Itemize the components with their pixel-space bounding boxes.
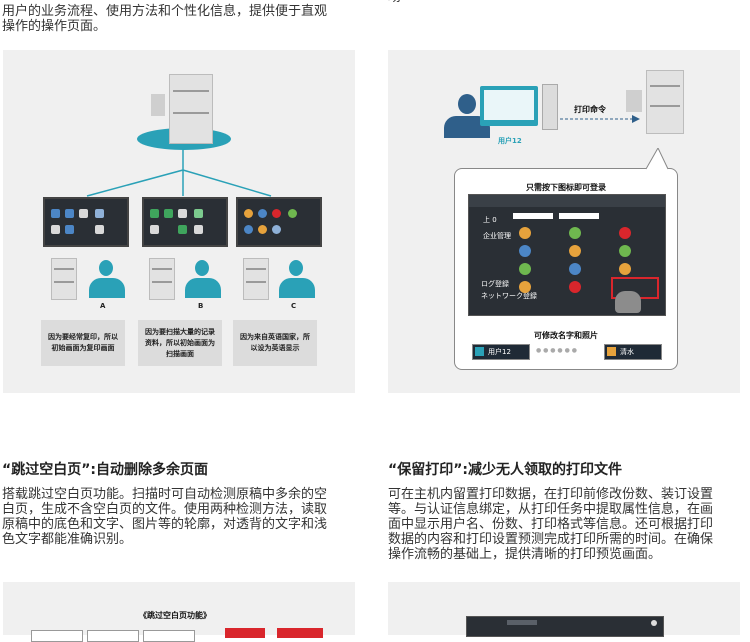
hold-line-2: 等。与认证信息绑定，从打印任务中提取属性信息，在画 xyxy=(388,502,714,517)
printer-c-icon xyxy=(243,258,269,300)
avatar-2[interactable] xyxy=(569,227,581,239)
intro-line-2: 操作的操作页面。 xyxy=(2,19,107,34)
personalization-illustration: A B C 因为要经常复印，所以初始画面为复印画面 因为要扫描大量的记录资料，所… xyxy=(3,50,355,393)
screen-scan xyxy=(142,197,228,247)
skip-line-2: 白页，生成不含空白页的文件。使用两种检测方法，读取 xyxy=(2,502,328,517)
avatar-4[interactable] xyxy=(519,245,531,257)
hold-print-paragraph: 可在主机内留置打印数据，在打印前修改份数、装订设置 等。与认证信息绑定，从打印任… xyxy=(388,487,748,562)
caption-a: 因为要经常复印，所以初始画面为复印画面 xyxy=(41,320,125,366)
hold-line-4: 数据的内容和打印设置预测完成打印所需的时间。在确保 xyxy=(388,532,714,547)
skip-line-4: 色文字都能准确识别。 xyxy=(2,532,133,547)
intro-paragraph: 用户的业务流程、使用方法和个性化信息，提供便于直观 操作的操作页面。 xyxy=(2,4,362,34)
caption-c: 因为来自英语国家，所以设为英语显示 xyxy=(233,320,317,366)
avatar-8[interactable] xyxy=(569,263,581,275)
bubble-title: 只需按下图标即可登录 xyxy=(526,183,606,192)
avatar-6[interactable] xyxy=(619,245,631,257)
pager-dots: ● ● ● ● ● ● xyxy=(536,347,577,354)
red-tag-1 xyxy=(225,628,265,638)
bubble-pointer xyxy=(646,148,669,170)
login-screen: 上 0 企业管理 ログ登録 ネットワーク登録 xyxy=(468,194,666,316)
doc-page-1 xyxy=(31,630,83,642)
skip-blank-paragraph: 搭载跳过空白页功能。扫描时可自动检测原稿中多余的空 白页，生成不含空白页的文件。… xyxy=(2,487,362,547)
tile-user12-label: 用户12 xyxy=(488,348,511,356)
doc-page-2 xyxy=(87,630,139,642)
hold-print-screen xyxy=(466,616,664,637)
avatar-1[interactable] xyxy=(519,227,531,239)
label-c: C xyxy=(291,302,297,310)
user-label: 用户12 xyxy=(498,137,522,145)
monitor-icon xyxy=(480,86,538,126)
intro-right-fragment: 场 xyxy=(388,0,401,5)
screen-row-2: 企业管理 xyxy=(483,232,511,240)
person-c-icon xyxy=(277,258,317,298)
hold-line-1: 可在主机内留置打印数据，在打印前修改份数、装订设置 xyxy=(388,487,714,502)
screen-row-3: ログ登録 xyxy=(481,280,509,288)
avatar-3[interactable] xyxy=(619,227,631,239)
tile-user12[interactable]: 用户12 xyxy=(472,344,530,360)
avatar-7[interactable] xyxy=(519,263,531,275)
person-b-icon xyxy=(183,258,223,298)
pc-tower-icon xyxy=(542,84,558,130)
avatar-10[interactable] xyxy=(519,281,531,293)
skip-line-1: 搭载跳过空白页功能。扫描时可自动检测原稿中多余的空 xyxy=(2,487,328,502)
target-printer-icon xyxy=(646,70,684,134)
avatar-11[interactable] xyxy=(569,281,581,293)
caption-b: 因为要扫描大量的记录资料，所以初始画面为扫描画面 xyxy=(138,320,222,366)
hold-print-title: “保留打印”:减少无人领取的打印文件 xyxy=(388,462,623,478)
screen-row-4: ネットワーク登録 xyxy=(481,292,537,300)
skip-blank-illustration-title: 《跳过空白页功能》 xyxy=(139,611,211,620)
skip-blank-illustration: 《跳过空白页功能》 xyxy=(3,582,355,642)
target-printer-tray xyxy=(626,90,642,112)
screen-row-1: 上 0 xyxy=(483,216,497,224)
skip-line-3: 原稿中的底色和文字、图片等的轮廓，对透背的文字和浅 xyxy=(2,517,328,532)
connection-lines xyxy=(86,148,272,197)
finger-icon xyxy=(615,291,641,313)
intro-line-1: 用户的业务流程、使用方法和个性化信息，提供便于直观 xyxy=(2,4,328,19)
tile-shimizu-label: 清水 xyxy=(620,348,634,356)
print-command-label: 打印命令 xyxy=(574,105,606,114)
doc-page-3 xyxy=(143,630,195,642)
printer-b-icon xyxy=(149,258,175,300)
person-a-icon xyxy=(87,258,127,298)
tile-shimizu[interactable]: 清水 xyxy=(604,344,662,360)
skip-blank-title: “跳过空白页”:自动删除多余页面 xyxy=(2,462,209,478)
hold-line-5: 操作流畅的基础上，提供清晰的打印预览画面。 xyxy=(388,547,662,562)
label-b: B xyxy=(198,302,204,310)
label-a: A xyxy=(100,302,106,310)
tile-shimizu-icon xyxy=(607,347,616,356)
login-illustration: 用户12 打印命令 只需按下图标即可登录 上 0 企业管理 ログ登録 ネットワー… xyxy=(388,50,740,393)
hold-line-3: 面中显示用户名、份数、打印格式等信息。还可根据打印 xyxy=(388,517,714,532)
printer-a-icon xyxy=(51,258,77,300)
tile-user12-icon xyxy=(475,347,484,356)
avatar-9[interactable] xyxy=(619,263,631,275)
bottom-title: 可修改名字和照片 xyxy=(534,331,598,340)
hold-print-illustration xyxy=(388,582,740,637)
avatar-5[interactable] xyxy=(569,245,581,257)
screen-english xyxy=(236,197,322,247)
red-tag-2 xyxy=(277,628,323,638)
arrow-icon xyxy=(560,115,640,123)
screen-copy xyxy=(43,197,129,247)
